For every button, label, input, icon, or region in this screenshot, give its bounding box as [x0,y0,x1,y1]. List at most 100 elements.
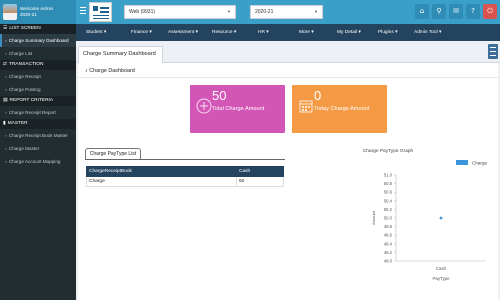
panel-title: ♪ Charge Dashboard [85,68,135,74]
paytype-table: ChargeReceiptBook Cash Charge 50 [86,166,284,187]
sidebar-item-charge-receipt[interactable]: › Charge Receipt [0,70,76,83]
sidebar-item-label: Charge Receipt Report [8,110,56,115]
plus-circle-icon [196,98,212,114]
today-charge-label: Today Charge Amount [314,106,370,112]
chevron-right-icon: › [5,147,7,152]
web-select[interactable]: Web (9931) ▼ [124,5,236,19]
section-icon: ▮ [3,121,6,126]
total-charge-value: 50 [212,88,227,103]
chevron-right-icon: › [5,39,7,44]
legend-label: Charge [472,161,488,166]
today-charge-value: 0 [314,88,322,103]
total-charge-card[interactable]: 50 Total Charge Amount [190,85,285,133]
table-cell: Charge [86,176,237,187]
today-charge-card[interactable]: 0 Today Charge Amount [292,85,387,133]
sidebar-section-title: TRANSACTION [9,62,44,67]
nav-item-admin-tool[interactable]: Admin Tool ▾ [414,24,441,41]
x-tick-label: Cash [436,266,447,271]
tab-charge-summary-dashboard[interactable]: Charge Summary Dashboard [78,46,163,63]
sidebar-item-charge-list[interactable]: › Charge List [0,47,76,60]
y-tick-label: 49.6 [384,233,393,238]
top-bar: Welcome Admin 2020-21 Web (9931) ▼ 2020-… [0,0,500,24]
sidebar-item-label: Charge Account Mapping [8,159,61,164]
data-point [439,216,443,220]
section-icon: ▤ [3,98,8,103]
user-year: 2020-21 [20,12,37,17]
power-icon[interactable]: ⏻ [483,4,497,19]
sidebar-item-label: Charge Posting [8,87,41,92]
nav-item-plugins[interactable]: Plugins ▾ [378,24,397,41]
sidebar-item-charge-posting[interactable]: › Charge Posting [0,83,76,96]
paytype-chart: Charge PayType Graph Charge 51.0 50.8 50.6 5… [288,145,488,295]
section-icon: ☰ [3,26,8,31]
sidebar-item-label: Charge Master [8,146,40,151]
column-header[interactable]: Cash [236,166,284,177]
table-cell: 50 [236,176,284,187]
section-icon: ⇄ [3,62,8,67]
year-select[interactable]: 2020-21 ▼ [250,5,323,19]
nav-item-resource[interactable]: Resource ▾ [212,24,236,41]
y-tick-label: 49.8 [384,224,393,229]
dashboard-panel: ♪ Charge Dashboard 50 Total Charge Amoun… [78,63,498,300]
y-tick-label: 49.4 [384,241,393,246]
sidebar-section-report-criteria[interactable]: ▤ REPORT CRITERIA [0,96,76,106]
total-charge-label: Total Charge Amount [212,106,265,112]
y-tick-label: 50.4 [384,198,393,203]
help-icon[interactable]: ? [466,4,480,19]
sidebar-item-label: Charge Receipt Book Master [8,133,68,138]
table-row[interactable]: Charge 50 [86,176,284,187]
sidebar-section-transaction[interactable]: ⇄ TRANSACTION [0,60,76,70]
search-icon[interactable]: ⚲ [432,4,446,19]
main-nav: Student ▾ Finance ▾ Assessment ▾ Resource ▾… [76,24,500,41]
sidebar: ☰ LIST SCREEN › Charge Summary Dashboard › Ch… [0,24,76,300]
nav-item-assessment[interactable]: Assessment ▾ [168,24,198,41]
sidebar-item-charge-master[interactable]: › Charge Master [0,142,76,155]
nav-item-student[interactable]: Student ▾ [86,24,106,41]
tab-strip: Charge Summary Dashboard [76,41,500,63]
y-tick-label: 50.2 [384,207,393,212]
avatar [3,4,17,20]
chevron-right-icon: › [5,134,7,139]
sidebar-section-title: REPORT CRITERIA [9,98,54,103]
sidebar-section-title: LIST SCREEN [9,26,41,31]
y-axis-label: Amount [371,210,376,225]
sidebar-item-charge-receipt-book-master[interactable]: › Charge Receipt Book Master [0,129,76,142]
user-panel[interactable]: Welcome Admin 2020-21 [0,0,76,24]
y-tick-label: 51.0 [384,173,393,178]
sidebar-item-label: Charge List [8,51,33,56]
sidebar-section-master[interactable]: ▮ MASTER [0,119,76,129]
options-menu-button[interactable] [488,44,498,59]
home-icon[interactable]: ⌂ [415,4,429,19]
sidebar-item-label: Charge Summary Dashboard [8,38,69,43]
table-header-row: ChargeReceiptBook Cash [86,166,284,177]
chevron-right-icon: › [5,160,7,165]
header-actions: ⌂ ⚲ ✉? ⏻ [412,4,497,19]
year-select-value: 2020-21 [255,9,274,15]
nav-item-hr[interactable]: HR ▾ [258,24,269,41]
panel-title-text: Charge Dashboard [89,68,135,74]
nav-item-more[interactable]: More ▾ [299,24,314,41]
sidebar-item-charge-account-mapping[interactable]: › Charge Account Mapping [0,155,76,168]
music-note-icon: ♪ [85,68,88,74]
nav-item-my-detail[interactable]: My Detail ▾ [337,24,361,41]
message-icon[interactable]: ✉ [449,4,463,19]
sidebar-item-charge-receipt-report[interactable]: › Charge Receipt Report [0,106,76,119]
web-select-value: Web (9931) [129,9,156,15]
chevron-right-icon: › [5,111,7,116]
y-tick-label: 50.6 [384,190,393,195]
divider [78,77,498,78]
y-tick-label: 50.8 [384,181,393,186]
menu-toggle-icon[interactable] [80,7,86,16]
chart-canvas: Charge 51.0 50.8 50.6 50.4 50.2 50.0 49.8 49.6 49… [371,160,488,281]
nav-item-finance[interactable]: Finance ▾ [131,24,152,41]
sidebar-item-charge-summary-dashboard[interactable]: › Charge Summary Dashboard [0,34,76,47]
sidebar-section-list-screen[interactable]: ☰ LIST SCREEN [0,24,76,34]
sidebar-item-label: Charge Receipt [8,74,41,79]
column-header[interactable]: ChargeReceiptBook [86,166,237,177]
chevron-down-icon: ▼ [227,9,231,14]
school-logo [89,2,112,22]
y-tick-label: 50.0 [384,216,393,221]
divider [85,159,285,160]
calendar-icon [299,100,313,113]
chevron-right-icon: › [5,88,7,93]
